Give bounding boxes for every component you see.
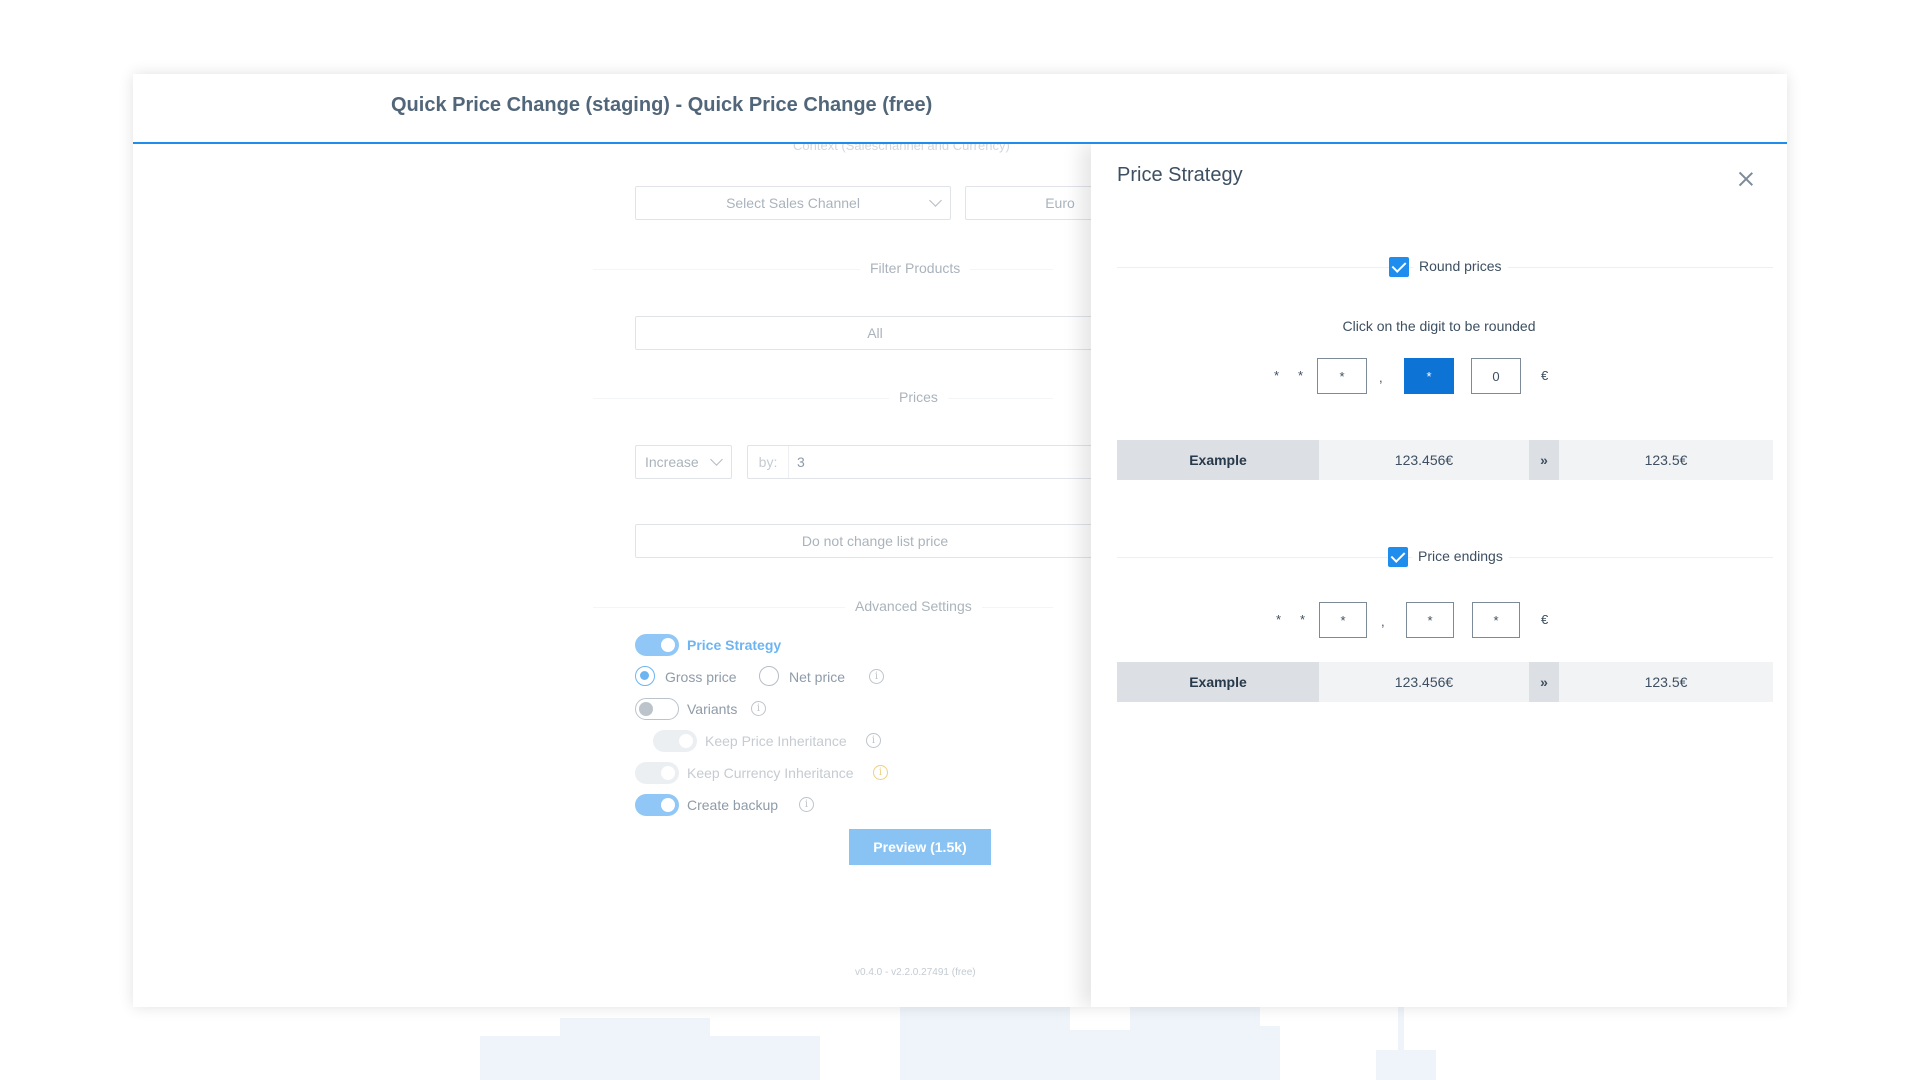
currency-symbol: € bbox=[1541, 612, 1549, 627]
example-input-value: 123.456€ bbox=[1394, 674, 1454, 690]
create-backup-toggle[interactable] bbox=[635, 794, 679, 816]
chevron-down-icon bbox=[929, 194, 942, 207]
advanced-section-label: Advanced Settings bbox=[845, 598, 982, 614]
divider bbox=[593, 398, 1053, 399]
keep-currency-inheritance-toggle[interactable] bbox=[635, 762, 679, 784]
fixed-digit: * bbox=[1298, 368, 1304, 383]
ending-digit-box[interactable]: * bbox=[1472, 602, 1520, 638]
toggle-knob bbox=[661, 766, 675, 780]
decimal-separator: , bbox=[1379, 370, 1383, 385]
keep-price-inheritance-label: Keep Price Inheritance bbox=[705, 733, 847, 749]
toggle-knob bbox=[661, 798, 675, 812]
list-price-select[interactable]: Do not change list price bbox=[635, 524, 1115, 558]
create-backup-label: Create backup bbox=[687, 797, 779, 813]
by-value: 3 bbox=[797, 454, 805, 470]
preview-button[interactable]: Preview (1.5k) bbox=[849, 829, 991, 865]
keep-price-inheritance-toggle[interactable] bbox=[653, 730, 697, 752]
warning-info-icon[interactable]: i bbox=[873, 765, 888, 780]
by-label: by: bbox=[748, 446, 789, 478]
version-text: v0.4.0 - v2.2.0.27491 (free) bbox=[855, 967, 976, 978]
divider bbox=[593, 607, 1053, 608]
list-price-value: Do not change list price bbox=[801, 533, 949, 549]
ending-digit-box[interactable]: * bbox=[1319, 602, 1367, 638]
toggle-knob bbox=[679, 734, 693, 748]
page-title: Quick Price Change (staging) - Quick Pri… bbox=[391, 94, 933, 116]
gross-price-label: Gross price bbox=[665, 669, 737, 685]
price-strategy-label: Price Strategy bbox=[687, 637, 782, 653]
double-chevron-right-icon: » bbox=[1529, 662, 1559, 702]
toggle-knob bbox=[639, 702, 653, 716]
window-header: Quick Price Change (staging) - Quick Pri… bbox=[133, 74, 1787, 144]
filter-section-label: Filter Products bbox=[860, 260, 971, 276]
endings-example-row: Example 123.456€ » 123.5€ bbox=[1117, 662, 1773, 702]
example-input-value: 123.456€ bbox=[1394, 452, 1454, 468]
drawer-title: Price Strategy bbox=[1117, 164, 1243, 186]
gross-price-radio[interactable] bbox=[635, 666, 655, 686]
decimal-separator: , bbox=[1381, 614, 1385, 629]
variants-label: Variants bbox=[687, 701, 738, 717]
price-strategy-drawer: Price Strategy Round prices Click on the… bbox=[1091, 144, 1787, 1007]
ending-digit-box[interactable]: * bbox=[1406, 602, 1454, 638]
sales-channel-placeholder: Select Sales Channel bbox=[726, 195, 860, 211]
round-digit-box[interactable]: 0 bbox=[1471, 358, 1521, 394]
app-window: Quick Price Change (staging) - Quick Pri… bbox=[133, 74, 1787, 1007]
double-chevron-right-icon: » bbox=[1529, 440, 1559, 480]
price-strategy-toggle[interactable] bbox=[635, 634, 679, 656]
info-icon[interactable]: i bbox=[866, 733, 881, 748]
price-endings-checkbox[interactable] bbox=[1388, 547, 1408, 567]
round-hint-text: Click on the digit to be rounded bbox=[1342, 318, 1536, 334]
info-icon[interactable]: i bbox=[751, 701, 766, 716]
currency-symbol: € bbox=[1541, 368, 1549, 383]
fixed-digit: * bbox=[1274, 368, 1280, 383]
product-filter-select[interactable]: All bbox=[635, 316, 1115, 350]
price-endings-label: Price endings bbox=[1412, 548, 1509, 564]
keep-currency-inheritance-label: Keep Currency Inheritance bbox=[687, 765, 854, 781]
round-digit-box[interactable]: * bbox=[1317, 358, 1367, 394]
net-price-label: Net price bbox=[789, 669, 846, 685]
chevron-down-icon bbox=[710, 453, 723, 466]
info-icon[interactable]: i bbox=[869, 669, 884, 684]
toggle-knob bbox=[661, 638, 675, 652]
currency-value: Euro bbox=[1045, 195, 1075, 211]
example-output-value: 123.5€ bbox=[1644, 674, 1688, 690]
example-label: Example bbox=[1117, 440, 1319, 480]
direction-select[interactable]: Increase bbox=[635, 445, 732, 479]
direction-value: Increase bbox=[645, 454, 699, 470]
example-label: Example bbox=[1117, 662, 1319, 702]
sales-channel-select[interactable]: Select Sales Channel bbox=[635, 186, 951, 220]
round-digit-box-selected[interactable]: * bbox=[1404, 358, 1454, 394]
round-example-row: Example 123.456€ » 123.5€ bbox=[1117, 440, 1773, 480]
variants-toggle[interactable] bbox=[635, 698, 679, 720]
round-prices-checkbox[interactable] bbox=[1389, 257, 1409, 277]
fixed-digit: * bbox=[1276, 612, 1282, 627]
net-price-radio[interactable] bbox=[759, 666, 779, 686]
close-icon[interactable] bbox=[1737, 170, 1755, 188]
info-icon[interactable]: i bbox=[799, 797, 814, 812]
price-amount-input[interactable]: by: 3 bbox=[747, 445, 1147, 479]
prices-section-label: Prices bbox=[889, 389, 948, 405]
fixed-digit: * bbox=[1300, 612, 1306, 627]
example-output-value: 123.5€ bbox=[1644, 452, 1688, 468]
round-prices-label: Round prices bbox=[1413, 258, 1508, 274]
filter-value: All bbox=[867, 325, 883, 341]
divider bbox=[593, 269, 1053, 270]
